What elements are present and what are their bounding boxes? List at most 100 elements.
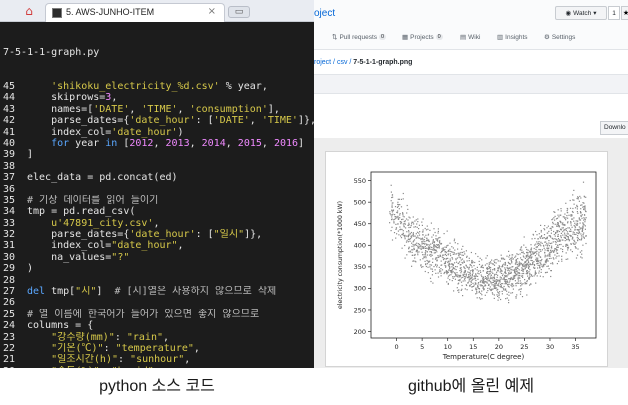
scatter-point — [544, 254, 546, 256]
code-token: : — [114, 331, 127, 343]
scatter-point — [557, 246, 559, 248]
putty-icon[interactable]: ⌂ — [20, 3, 38, 19]
scatter-point — [576, 206, 579, 208]
scatter-point — [432, 234, 434, 236]
scatter-point — [515, 296, 517, 298]
scatter-point — [552, 221, 554, 223]
scatter-point — [486, 272, 488, 274]
scatter-point — [527, 272, 529, 274]
scatter-point — [445, 270, 447, 272]
code-token: index_col= — [27, 240, 112, 252]
scatter-point — [478, 290, 480, 292]
scatter-point — [571, 251, 573, 253]
code-token: , — [184, 354, 191, 366]
scatter-point — [497, 292, 500, 294]
code-token: ) — [27, 263, 34, 275]
scatter-point — [561, 255, 563, 257]
scatter-point — [477, 275, 479, 277]
scatter-point — [395, 237, 397, 239]
scatter-point — [486, 255, 488, 257]
scatter-point — [454, 266, 457, 268]
scatter-point — [582, 223, 584, 225]
scatter-point — [391, 202, 393, 204]
star-icon[interactable]: ★ — [621, 6, 628, 20]
scatter-point — [520, 269, 523, 271]
scatter-point — [573, 239, 575, 241]
scatter-point — [391, 209, 393, 211]
tab-settings[interactable]: ⚙ Settings — [544, 33, 575, 42]
scatter-point — [584, 228, 586, 230]
tab-wiki[interactable]: ▤ Wiki — [460, 33, 480, 42]
scatter-point — [473, 284, 475, 286]
scatter-point — [394, 206, 397, 208]
code-token: index_col= — [27, 126, 112, 138]
scatter-point — [534, 274, 536, 276]
scatter-point — [412, 232, 414, 234]
scatter-point — [529, 251, 531, 253]
scatter-point — [508, 256, 510, 258]
scatter-point — [430, 268, 432, 270]
scatter-point — [461, 258, 464, 260]
scatter-point — [395, 223, 397, 225]
code-token: year — [69, 137, 106, 149]
scatter-point — [444, 251, 446, 253]
scatter-point — [579, 211, 582, 213]
scatter-point — [442, 254, 444, 256]
scatter-point — [506, 276, 508, 278]
repo-title[interactable]: oject — [314, 8, 335, 19]
breadcrumb-path[interactable]: roject / csv / — [314, 59, 353, 66]
scatter-point — [509, 258, 511, 260]
scatter-point — [515, 258, 517, 261]
x-tick-label: 30 — [546, 343, 554, 351]
scatter-point — [554, 248, 557, 250]
scatter-point — [557, 209, 559, 211]
scatter-point — [425, 263, 427, 265]
watch-count[interactable]: 1 — [608, 6, 620, 20]
new-tab-icon[interactable]: ▭ — [228, 6, 250, 18]
tab-pull-requests[interactable]: ⇅ Pull requests 0 — [332, 33, 387, 41]
scatter-point — [500, 272, 502, 274]
scatter-point — [508, 299, 510, 301]
scatter-point — [496, 271, 498, 273]
scatter-point — [422, 240, 424, 242]
scatter-point — [526, 270, 528, 272]
scatter-point — [550, 227, 552, 229]
scatter-point — [581, 217, 583, 219]
scatter-point — [562, 234, 564, 236]
scatter-point — [544, 263, 546, 266]
scatter-point — [411, 235, 413, 237]
scatter-point — [585, 242, 587, 245]
download-button[interactable]: Downlo — [600, 121, 628, 135]
scatter-point — [527, 260, 530, 262]
watch-button[interactable]: ◉ Watch ▾ — [555, 6, 607, 20]
close-icon[interactable]: × — [208, 6, 216, 17]
scatter-point — [404, 222, 406, 224]
terminal-tab[interactable]: 5. AWS-JUNHO-ITEM × — [45, 3, 225, 22]
code-token: "temperature" — [115, 343, 194, 354]
scatter-point — [510, 268, 512, 270]
scatter-point — [469, 263, 471, 266]
tab-insights[interactable]: ▥ Insights — [497, 33, 528, 42]
scatter-point — [570, 228, 572, 230]
scatter-point — [493, 284, 495, 286]
code-token: "rain" — [126, 331, 163, 343]
scatter-point — [526, 283, 528, 285]
scatter-point — [519, 293, 522, 295]
scatter-point — [488, 265, 490, 267]
scatter-point — [505, 288, 507, 290]
scatter-point — [462, 280, 464, 282]
scatter-point — [421, 224, 423, 226]
scatter-point — [466, 284, 468, 287]
code-token: 'shikoku_electricity_%d.csv' — [51, 81, 220, 93]
tab-projects[interactable]: ▦ Projects 0 — [402, 33, 443, 41]
scatter-point — [484, 294, 486, 296]
scatter-point — [527, 261, 529, 264]
scatter-point — [407, 241, 409, 243]
scatter-point — [538, 248, 540, 251]
scatter-point — [580, 233, 582, 235]
scatter-point — [508, 273, 510, 275]
code-editor[interactable]: 7-5-1-1-graph.py 45 'shikoku_electricity… — [3, 24, 314, 368]
scatter-point — [444, 249, 446, 251]
scatter-point — [562, 239, 564, 241]
